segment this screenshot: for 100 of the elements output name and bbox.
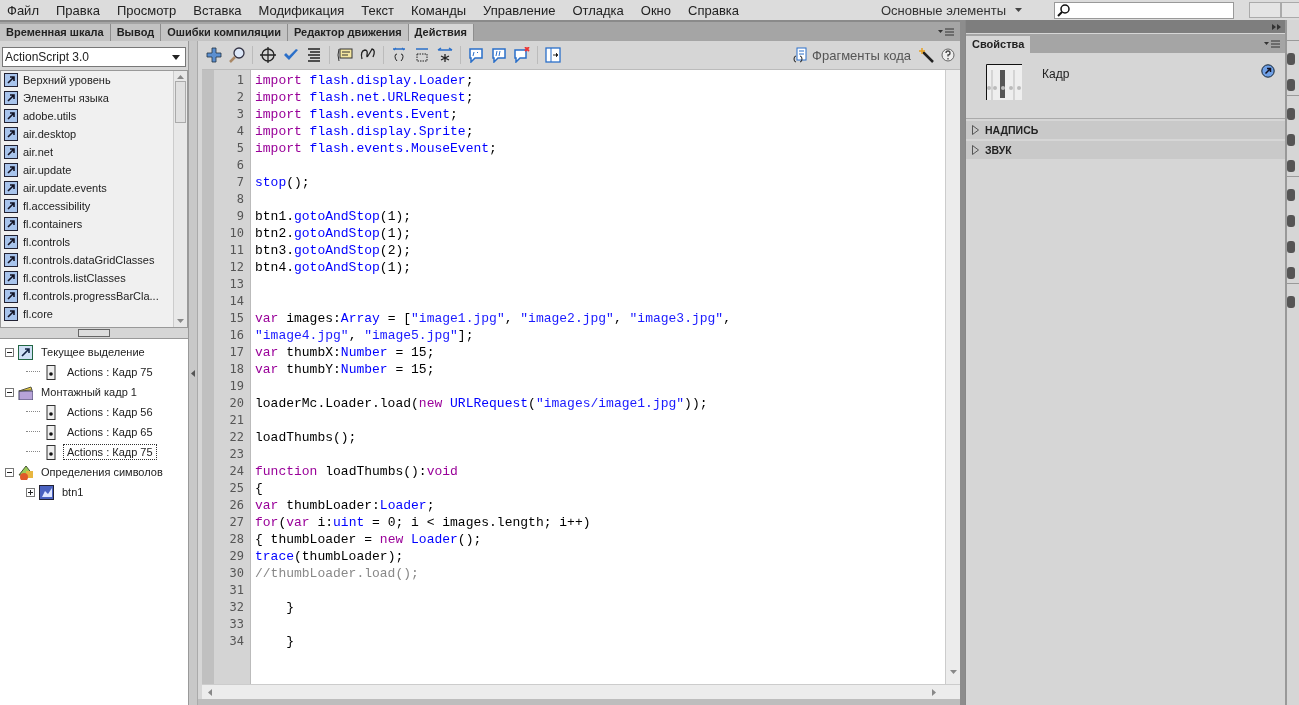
add-icon[interactable] (206, 47, 222, 63)
section-header[interactable]: ЗВУК (966, 141, 1285, 159)
tool-icon[interactable] (1287, 215, 1295, 227)
help-icon[interactable] (941, 48, 955, 62)
collapse-selection-icon[interactable] (414, 47, 430, 63)
package-item[interactable]: fl.containers (1, 215, 173, 233)
line-number: 3 (235, 106, 245, 123)
scrollbar-thumb[interactable] (175, 81, 186, 123)
tree-item[interactable]: Actions : Кадр 65 (63, 424, 157, 440)
collapse-icon[interactable] (5, 387, 14, 397)
panel-tab[interactable]: Свойства (966, 36, 1031, 53)
code-snippets-button[interactable]: Фрагменты кода (793, 47, 911, 63)
package-item[interactable]: air.net (1, 143, 173, 161)
package-item[interactable]: air.update (1, 161, 173, 179)
menu-item[interactable]: Модификация (251, 2, 352, 18)
menu-item[interactable]: Команды (404, 2, 474, 18)
line-number: 34 (228, 633, 245, 650)
search-icon[interactable] (229, 47, 245, 63)
expand-icon[interactable] (437, 47, 453, 63)
tool-icon[interactable] (1287, 189, 1295, 201)
package-item[interactable]: adobe.utils (1, 107, 173, 125)
package-icon (4, 307, 18, 321)
code-hint-icon[interactable] (337, 47, 353, 63)
tool-icon[interactable] (1287, 134, 1295, 146)
panel-tab[interactable]: Вывод (110, 24, 162, 41)
magic-wand-icon[interactable] (918, 47, 934, 63)
tree-item[interactable]: Actions : Кадр 75 (63, 444, 157, 460)
tree-item[interactable]: Actions : Кадр 56 (63, 404, 157, 420)
menu-item[interactable]: Окно (633, 2, 678, 18)
link-icon[interactable] (1261, 64, 1275, 78)
tree-item[interactable]: Actions : Кадр 75 (63, 364, 157, 380)
block-comment-icon[interactable] (468, 47, 484, 63)
search-field[interactable] (1054, 1, 1234, 19)
tool-icon[interactable] (1287, 296, 1295, 308)
panel-toggle-icon[interactable] (545, 47, 561, 63)
menu-item[interactable]: Вставка (186, 2, 249, 18)
code-line: import flash.events.MouseEvent; (255, 140, 497, 157)
search-icon (1057, 3, 1070, 17)
package-item[interactable]: fl.controls.listClasses (1, 269, 173, 287)
scroll-down-icon[interactable] (177, 319, 184, 323)
menu-item[interactable]: Управление (476, 2, 563, 18)
splitter-handle[interactable] (78, 329, 110, 337)
frame-icon (44, 444, 59, 460)
line-number: 24 (228, 463, 245, 480)
code-line: } (285, 599, 294, 616)
line-comment-icon[interactable] (491, 47, 507, 63)
language-dropdown[interactable]: ActionScript 3.0 (2, 47, 186, 67)
scroll-left-icon[interactable] (208, 688, 212, 696)
panel-tab[interactable]: Редактор движения (287, 24, 409, 41)
caret-icon (172, 54, 180, 60)
line-number: 31 (228, 582, 245, 599)
tree-item[interactable]: btn1 (58, 484, 88, 500)
tool-icon[interactable] (1287, 79, 1295, 91)
line-number: 17 (228, 344, 245, 361)
tree-item[interactable]: Монтажный кадр 1 (37, 384, 141, 400)
collapse-icon[interactable] (391, 47, 407, 63)
package-item[interactable]: fl.controls.progressBarCla... (1, 287, 173, 305)
uncomment-icon[interactable] (514, 47, 530, 63)
tool-icon[interactable] (1287, 267, 1295, 279)
collapse-panel-icon[interactable] (191, 369, 195, 377)
tool-icon[interactable] (1287, 241, 1295, 253)
package-item[interactable]: Элементы языка (1, 89, 173, 107)
package-item[interactable]: fl.accessibility (1, 197, 173, 215)
movie-clip-icon (39, 484, 54, 500)
panel-menu-icon[interactable] (938, 27, 954, 36)
collapse-panel-icon[interactable] (1272, 23, 1281, 30)
package-item[interactable]: air.update.events (1, 179, 173, 197)
menu-item[interactable]: Правка (48, 2, 107, 18)
tool-icon[interactable] (1287, 53, 1295, 65)
collapse-icon[interactable] (5, 467, 14, 477)
tool-icon[interactable] (1287, 108, 1295, 120)
format-icon[interactable] (306, 47, 322, 63)
target-icon[interactable] (260, 47, 276, 63)
panel-menu-icon[interactable] (1264, 39, 1280, 48)
panel-tab[interactable]: Ошибки компиляции (161, 24, 288, 41)
code-line: for(var i:uint = 0; i < images.length; i++) (255, 514, 591, 531)
menu-item[interactable]: Текст (354, 2, 401, 18)
tree-item[interactable]: Текущее выделение (37, 344, 149, 360)
package-item[interactable]: Верхний уровень (1, 71, 173, 89)
tool-icon[interactable] (1287, 160, 1295, 172)
expand-icon[interactable] (26, 487, 35, 497)
menu-item[interactable]: Файл (0, 2, 46, 18)
menu-item[interactable]: Просмотр (109, 2, 184, 18)
line-number: 13 (228, 276, 245, 293)
workspace-switcher[interactable]: Основные элементы (880, 2, 1040, 18)
package-item[interactable]: fl.controls (1, 233, 173, 251)
menu-item[interactable]: Справка (681, 2, 746, 18)
section-header[interactable]: НАДПИСЬ (966, 121, 1285, 139)
package-item[interactable]: fl.controls.dataGridClasses (1, 251, 173, 269)
panel-tab[interactable]: Действия (408, 24, 474, 41)
menu-item[interactable]: Отладка (565, 2, 631, 18)
package-item[interactable]: fl.core (1, 305, 173, 323)
collapse-icon[interactable] (5, 347, 14, 357)
tree-item[interactable]: Определения символов (37, 464, 167, 480)
caret-icon (1015, 8, 1022, 12)
scroll-down-icon[interactable] (949, 670, 957, 674)
scroll-right-icon[interactable] (932, 688, 936, 696)
scroll-up-icon[interactable] (177, 75, 184, 79)
package-item[interactable]: air.desktop (1, 125, 173, 143)
panel-tab[interactable]: Временная шкала (0, 24, 111, 41)
